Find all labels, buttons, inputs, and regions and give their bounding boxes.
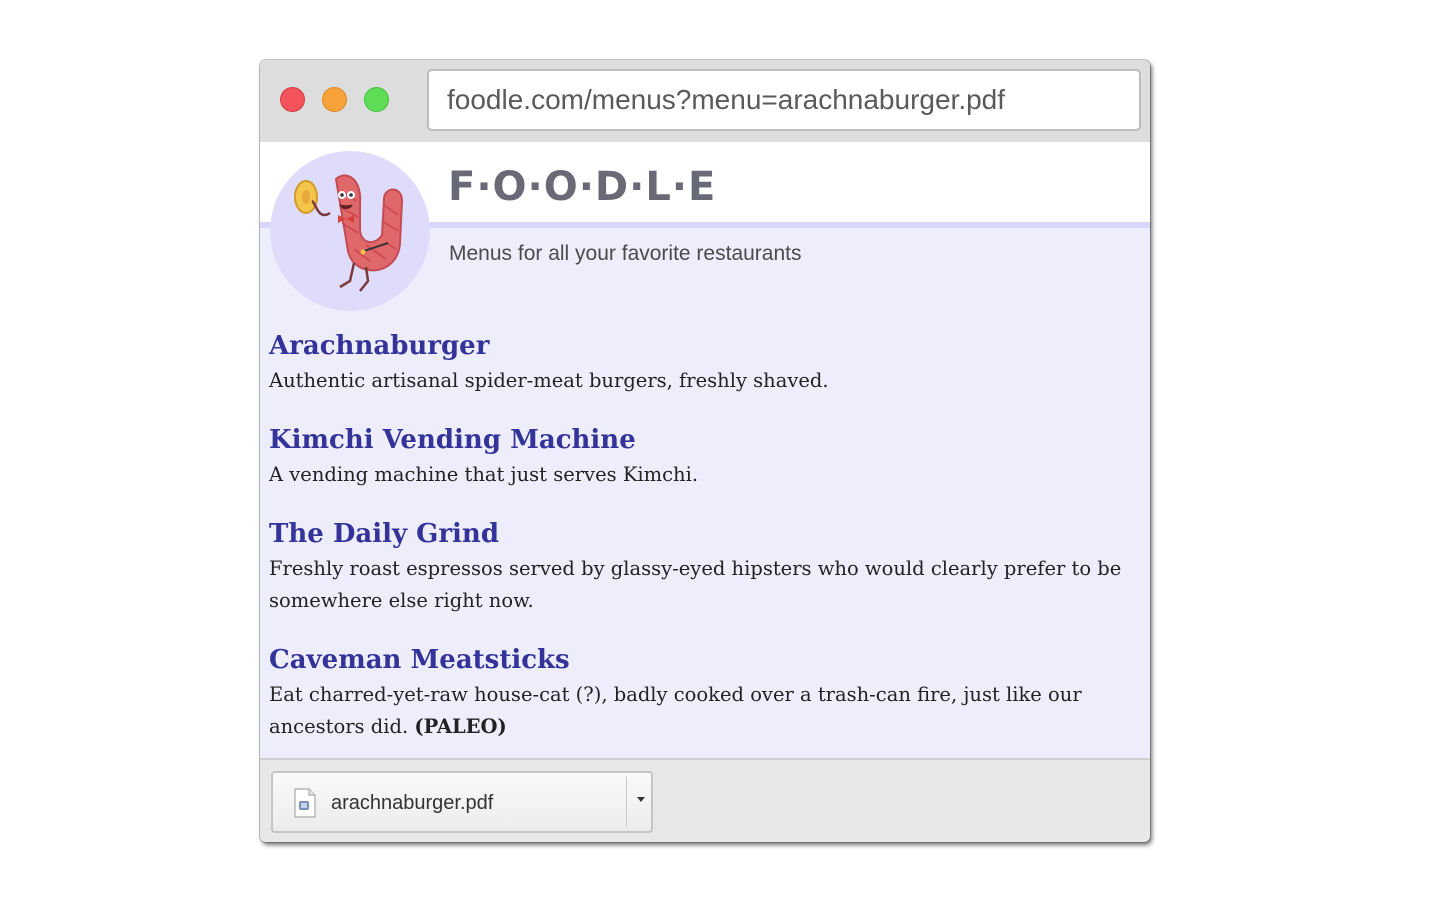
download-item[interactable]: arachnaburger.pdf (271, 771, 653, 833)
list-item: Arachnaburger Authentic artisanal spider… (269, 327, 1129, 397)
restaurant-description: Eat charred-yet-raw house-cat (?), badly… (269, 679, 1129, 743)
close-icon[interactable] (280, 87, 305, 112)
download-separator (626, 777, 627, 827)
sausage-mascot-icon (294, 174, 404, 292)
list-item: The Daily Grind Freshly roast espressos … (269, 515, 1129, 617)
restaurant-description-text: Eat charred-yet-raw house-cat (?), badly… (269, 683, 1082, 738)
browser-window: foodle.com/menus?menu=arachnaburger.pdf (260, 60, 1150, 842)
restaurant-description: Freshly roast espressos served by glassy… (269, 557, 1122, 612)
download-bar: arachnaburger.pdf (260, 758, 1150, 842)
site-brand: F·O·O·D·L·E (448, 164, 717, 210)
dropdown-arrow-icon[interactable] (633, 791, 649, 807)
address-bar[interactable]: foodle.com/menus?menu=arachnaburger.pdf (427, 69, 1141, 131)
minimize-icon[interactable] (322, 87, 347, 112)
restaurant-description: Authentic artisanal spider-meat burgers,… (269, 369, 829, 392)
paleo-tag: (PALEO) (414, 715, 507, 738)
list-item: Kimchi Vending Machine A vending machine… (269, 421, 1129, 491)
title-bar: foodle.com/menus?menu=arachnaburger.pdf (260, 60, 1150, 142)
restaurant-link-arachnaburger[interactable]: Arachnaburger (269, 327, 1129, 365)
list-item: Caveman Meatsticks Eat charred-yet-raw h… (269, 641, 1129, 743)
restaurant-link-kimchi-vending-machine[interactable]: Kimchi Vending Machine (269, 421, 1129, 459)
restaurant-list: Arachnaburger Authentic artisanal spider… (269, 327, 1129, 767)
site-logo[interactable] (270, 151, 430, 311)
pdf-file-icon (294, 788, 316, 818)
maximize-icon[interactable] (364, 87, 389, 112)
restaurant-link-caveman-meatsticks[interactable]: Caveman Meatsticks (269, 641, 1129, 679)
site-tagline: Menus for all your favorite restaurants (449, 242, 802, 265)
restaurant-description: A vending machine that just serves Kimch… (269, 463, 699, 486)
restaurant-link-the-daily-grind[interactable]: The Daily Grind (269, 515, 1129, 553)
download-filename: arachnaburger.pdf (331, 792, 494, 814)
